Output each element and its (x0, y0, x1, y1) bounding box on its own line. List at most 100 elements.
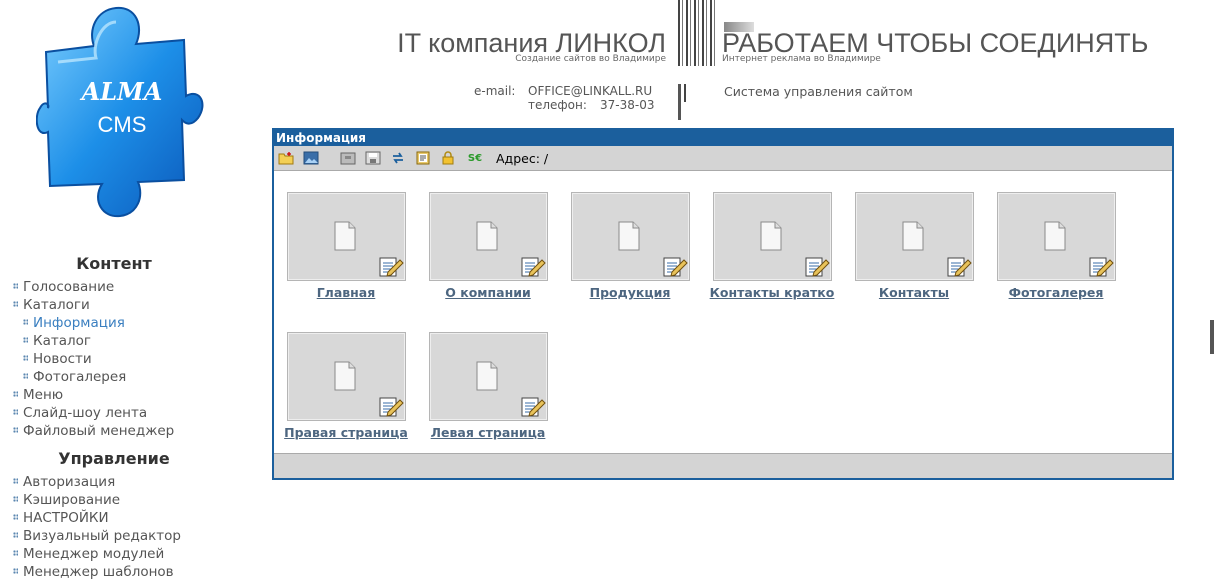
page-item[interactable]: Левая страница (418, 332, 558, 440)
bullet-icon (13, 427, 18, 433)
email-label: e-mail: (474, 84, 516, 98)
page-thumbnail[interactable] (286, 332, 406, 421)
panel-body: Главная О компании Продукция Контакты кр… (274, 171, 1172, 451)
panel-toolbar: S€ Адрес: / (274, 146, 1172, 171)
content-nav: Голосование Каталоги Информация Каталог … (0, 278, 174, 440)
panel-footer (274, 453, 1172, 478)
edit-icon[interactable] (520, 254, 546, 278)
edit-icon[interactable] (378, 394, 404, 418)
lock-icon[interactable] (440, 150, 456, 166)
phone-value: 37-38-03 (600, 98, 655, 112)
slogan-block: РАБОТАЕМ ЧТОБЫ СОЕДИНЯТЬ Интернет реклам… (722, 28, 1182, 64)
admin-nav: Авторизация Кэширование НАСТРОЙКИ Визуал… (0, 473, 181, 581)
save-icon[interactable] (365, 150, 381, 166)
edit-icon[interactable] (662, 254, 688, 278)
clipboard-icon[interactable] (415, 150, 431, 166)
page-thumbnail[interactable] (428, 192, 548, 281)
cms-title: Система управления сайтом (724, 84, 913, 99)
page-item[interactable]: Контакты (844, 192, 984, 300)
page-icon (476, 361, 497, 391)
bullet-icon (13, 514, 18, 520)
page-item[interactable]: Главная (276, 192, 416, 300)
divider-decoration (678, 84, 681, 120)
nav-template-manager[interactable]: Менеджер шаблонов (0, 563, 181, 581)
bullet-icon (13, 391, 18, 397)
page-label[interactable]: Продукция (560, 285, 700, 300)
edit-icon[interactable] (378, 254, 404, 278)
bullet-icon (13, 550, 18, 556)
page-label[interactable]: Левая страница (418, 425, 558, 440)
nav-settings[interactable]: НАСТРОЙКИ (0, 509, 181, 527)
barcode-decoration (678, 0, 716, 66)
page-item[interactable]: Контакты кратко (702, 192, 842, 300)
page-icon (476, 221, 497, 251)
bullet-icon (13, 409, 18, 415)
page-icon (1044, 221, 1065, 251)
address-value: / (543, 150, 549, 166)
page-thumbnail[interactable] (996, 192, 1116, 281)
nav-authorization[interactable]: Авторизация (0, 473, 181, 491)
page-thumbnail[interactable] (428, 332, 548, 421)
bullet-icon (23, 319, 28, 325)
page-thumbnail[interactable] (854, 192, 974, 281)
edit-icon[interactable] (1088, 254, 1114, 278)
bullet-icon (23, 373, 28, 379)
bullet-icon (23, 337, 28, 343)
page-label[interactable]: Фотогалерея (986, 285, 1126, 300)
page-label[interactable]: О компании (418, 285, 558, 300)
email-value[interactable]: OFFICE@LINKALL.RU (528, 84, 652, 98)
nav-catalogs[interactable]: Каталоги (0, 296, 174, 314)
edit-icon[interactable] (804, 254, 830, 278)
new-folder-icon[interactable] (278, 150, 294, 166)
nav-visual-editor[interactable]: Визуальный редактор (0, 527, 181, 545)
nav-file-manager[interactable]: Файловый менеджер (0, 422, 174, 440)
bullet-icon (13, 532, 18, 538)
page-item[interactable]: Фотогалерея (986, 192, 1126, 300)
alma-cms-logo[interactable]: ALMA CMS (35, 4, 208, 238)
page-icon (902, 221, 923, 251)
nav-information[interactable]: Информация (0, 314, 174, 332)
bullet-icon (13, 568, 18, 574)
content-heading: Контент (76, 254, 152, 273)
nav-photogallery[interactable]: Фотогалерея (0, 368, 174, 386)
page-thumbnail[interactable] (570, 192, 690, 281)
page-label[interactable]: Контакты (844, 285, 984, 300)
address-label: Адрес: (496, 150, 540, 166)
page-icon (334, 361, 355, 391)
edge-marker (1210, 320, 1214, 354)
page-label[interactable]: Контакты кратко (702, 285, 842, 300)
information-panel: Информация S€ Адрес: / Главная О компани… (272, 128, 1174, 480)
page-item[interactable]: Правая страница (276, 332, 416, 440)
divider-decoration (684, 84, 686, 102)
page-item[interactable]: Продукция (560, 192, 700, 300)
page-icon (760, 221, 781, 251)
page-label[interactable]: Правая страница (276, 425, 416, 440)
page-icon (618, 221, 639, 251)
company-block: IT компания ЛИНКОЛ Создание сайтов во Вл… (330, 28, 666, 64)
bullet-icon (13, 301, 18, 307)
image-icon[interactable] (303, 150, 319, 166)
page-item[interactable]: О компании (418, 192, 558, 300)
nav-caching[interactable]: Кэширование (0, 491, 181, 509)
page-thumbnail[interactable] (712, 192, 832, 281)
nav-voting[interactable]: Голосование (0, 278, 174, 296)
bullet-icon (13, 283, 18, 289)
nav-catalog[interactable]: Каталог (0, 332, 174, 350)
edit-icon[interactable] (946, 254, 972, 278)
nav-slideshow[interactable]: Слайд-шоу лента (0, 404, 174, 422)
logo-cms-text: CMS (98, 112, 147, 137)
refresh-icon[interactable] (390, 150, 406, 166)
bullet-icon (13, 478, 18, 484)
nav-menu[interactable]: Меню (0, 386, 174, 404)
bullet-icon (23, 355, 28, 361)
bullet-icon (13, 496, 18, 502)
page-label[interactable]: Главная (276, 285, 416, 300)
archive-icon[interactable] (340, 150, 356, 166)
page-thumbnail[interactable] (286, 192, 406, 281)
panel-title: Информация (274, 130, 1172, 146)
edit-icon[interactable] (520, 394, 546, 418)
logo-alma-text: ALMA (80, 77, 163, 106)
nav-news[interactable]: Новости (0, 350, 174, 368)
se-icon[interactable]: S€ (465, 150, 485, 166)
nav-module-manager[interactable]: Менеджер модулей (0, 545, 181, 563)
